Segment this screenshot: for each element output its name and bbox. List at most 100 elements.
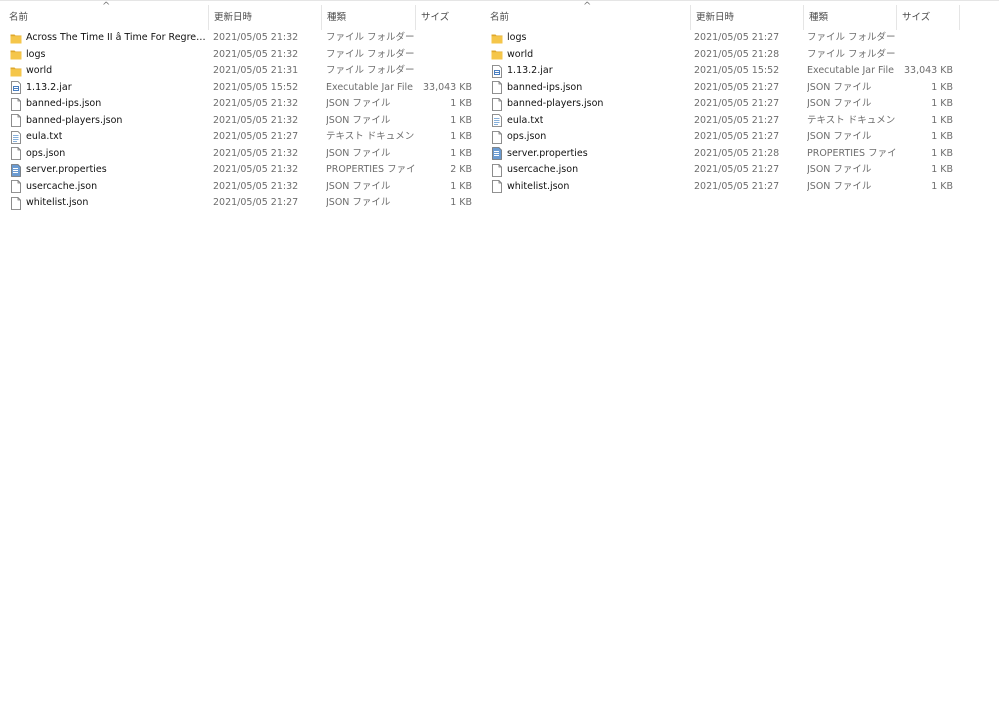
- properties-file-icon: [491, 147, 503, 161]
- file-name-cell[interactable]: eula.txt: [491, 113, 689, 130]
- file-name: world: [507, 48, 534, 60]
- column-header-name[interactable]: 名前 ^: [4, 1, 209, 30]
- file-name-cell[interactable]: server.properties: [10, 162, 208, 179]
- file-name: whitelist.json: [26, 197, 89, 208]
- file-row[interactable]: world 2021/05/05 21:31 ファイル フォルダー: [4, 63, 481, 80]
- file-type: テキスト ドキュメント: [807, 114, 897, 126]
- file-row[interactable]: whitelist.json 2021/05/05 21:27 JSON ファイル 1…: [4, 195, 481, 212]
- file-size: 33,043 KB: [422, 81, 472, 93]
- file-icon: [10, 114, 22, 128]
- column-header-size[interactable]: サイズ: [897, 5, 960, 30]
- file-type: PROPERTIES ファイル: [807, 147, 897, 159]
- column-header-type[interactable]: 種類: [322, 5, 416, 30]
- file-type: ファイル フォルダー: [326, 32, 415, 43]
- file-row[interactable]: banned-ips.json 2021/05/05 21:27 JSON ファイル…: [485, 80, 961, 97]
- file-row[interactable]: eula.txt 2021/05/05 21:27 テキスト ドキュメント 1 KB: [4, 129, 481, 146]
- column-header-size[interactable]: サイズ: [416, 5, 481, 30]
- file-rows: Across The Time II â Time For Regrets (r…: [4, 30, 481, 212]
- file-name-cell[interactable]: world: [491, 47, 689, 64]
- file-name: server.properties: [507, 147, 588, 159]
- file-name-cell[interactable]: ops.json: [491, 129, 689, 146]
- file-row[interactable]: world 2021/05/05 21:28 ファイル フォルダー: [485, 47, 961, 64]
- file-name-cell[interactable]: whitelist.json: [10, 195, 208, 212]
- file-icon: [491, 97, 503, 111]
- file-row[interactable]: server.properties 2021/05/05 21:32 PROPERT…: [4, 162, 481, 179]
- file-row[interactable]: usercache.json 2021/05/05 21:27 JSON ファイル 1…: [485, 162, 961, 179]
- file-row[interactable]: ops.json 2021/05/05 21:27 JSON ファイル 1 KB: [485, 129, 961, 146]
- file-size: [897, 47, 953, 64]
- file-row[interactable]: Across The Time II â Time For Regrets (r…: [4, 30, 481, 47]
- file-icon: [10, 147, 22, 161]
- file-name-cell[interactable]: logs: [491, 30, 689, 47]
- file-row[interactable]: 1.13.2.jar 2021/05/05 15:52 Executable Jar…: [4, 80, 481, 97]
- file-name-cell[interactable]: 1.13.2.jar: [10, 80, 208, 97]
- file-row[interactable]: server.properties 2021/05/05 21:28 PROPERT…: [485, 146, 961, 163]
- file-type: JSON ファイル: [807, 164, 872, 175]
- file-date: 2021/05/05 21:27: [694, 131, 780, 142]
- file-row[interactable]: banned-ips.json 2021/05/05 21:32 JSON ファイル…: [4, 96, 481, 113]
- file-name-cell[interactable]: Across The Time II â Time For Regrets (r…: [10, 30, 208, 47]
- file-date: 2021/05/05 21:27: [694, 180, 780, 192]
- column-header-date[interactable]: 更新日時: [691, 5, 804, 30]
- file-row[interactable]: 1.13.2.jar 2021/05/05 15:52 Executable Jar…: [485, 63, 961, 80]
- file-name: ops.json: [26, 147, 66, 159]
- jar-file-icon: [10, 81, 22, 95]
- file-size: 1 KB: [450, 147, 472, 159]
- file-type: テキスト ドキュメント: [326, 131, 416, 142]
- file-name: eula.txt: [26, 131, 63, 142]
- file-name-cell[interactable]: banned-players.json: [10, 113, 208, 130]
- file-size: 1 KB: [450, 180, 472, 192]
- column-header-name[interactable]: 名前 ^: [485, 1, 691, 30]
- file-name: whitelist.json: [507, 180, 570, 192]
- file-icon: [491, 130, 503, 144]
- file-date: 2021/05/05 21:31: [213, 65, 299, 76]
- file-type: Executable Jar File: [807, 65, 894, 76]
- file-name-cell[interactable]: world: [10, 63, 208, 80]
- file-name-cell[interactable]: server.properties: [491, 146, 689, 163]
- file-size: [416, 47, 472, 64]
- folder-icon: [491, 48, 503, 61]
- file-name-cell[interactable]: usercache.json: [10, 179, 208, 196]
- file-size: 1 KB: [931, 164, 953, 175]
- file-name: usercache.json: [26, 180, 98, 192]
- file-name-cell[interactable]: eula.txt: [10, 129, 208, 146]
- file-name-cell[interactable]: banned-players.json: [491, 96, 689, 113]
- file-size: 2 KB: [450, 164, 472, 175]
- file-name-cell[interactable]: logs: [10, 47, 208, 64]
- file-name: ops.json: [507, 131, 547, 142]
- file-name-cell[interactable]: ops.json: [10, 146, 208, 163]
- file-name-cell[interactable]: banned-ips.json: [491, 80, 689, 97]
- file-date: 2021/05/05 21:28: [694, 48, 780, 60]
- file-size: 1 KB: [931, 114, 953, 126]
- file-date: 2021/05/05 21:27: [694, 32, 780, 43]
- file-row[interactable]: logs 2021/05/05 21:32 ファイル フォルダー: [4, 47, 481, 64]
- file-row[interactable]: logs 2021/05/05 21:27 ファイル フォルダー: [485, 30, 961, 47]
- column-header-size-label: サイズ: [421, 12, 450, 23]
- column-header-date-label: 更新日時: [214, 12, 253, 23]
- file-name-cell[interactable]: banned-ips.json: [10, 96, 208, 113]
- file-name-cell[interactable]: usercache.json: [491, 162, 689, 179]
- file-name-cell[interactable]: whitelist.json: [491, 179, 689, 196]
- file-size: 1 KB: [450, 197, 472, 208]
- file-size: 1 KB: [931, 180, 953, 192]
- file-row[interactable]: ops.json 2021/05/05 21:32 JSON ファイル 1 KB: [4, 146, 481, 163]
- file-type: PROPERTIES ファイル: [326, 164, 416, 175]
- file-date: 2021/05/05 21:32: [213, 164, 299, 175]
- file-type: JSON ファイル: [326, 98, 391, 109]
- column-header-type[interactable]: 種類: [804, 5, 897, 30]
- file-row[interactable]: banned-players.json 2021/05/05 21:27 JSON …: [485, 96, 961, 113]
- folder-icon: [10, 65, 22, 78]
- column-header-date[interactable]: 更新日時: [209, 5, 322, 30]
- file-row[interactable]: usercache.json 2021/05/05 21:32 JSON ファイル 1…: [4, 179, 481, 196]
- file-name-cell[interactable]: 1.13.2.jar: [491, 63, 689, 80]
- file-row[interactable]: eula.txt 2021/05/05 21:27 テキスト ドキュメント 1 KB: [485, 113, 961, 130]
- file-row[interactable]: whitelist.json 2021/05/05 21:27 JSON ファイル 1…: [485, 179, 961, 196]
- file-date: 2021/05/05 21:27: [694, 164, 780, 175]
- file-type: ファイル フォルダー: [326, 65, 415, 76]
- file-date: 2021/05/05 21:27: [694, 81, 780, 93]
- file-rows: logs 2021/05/05 21:27 ファイル フォルダー world 2021…: [485, 30, 961, 195]
- file-row[interactable]: banned-players.json 2021/05/05 21:32 JSON …: [4, 113, 481, 130]
- file-icon: [491, 81, 503, 95]
- file-name: banned-players.json: [507, 98, 604, 109]
- file-size: [416, 30, 472, 47]
